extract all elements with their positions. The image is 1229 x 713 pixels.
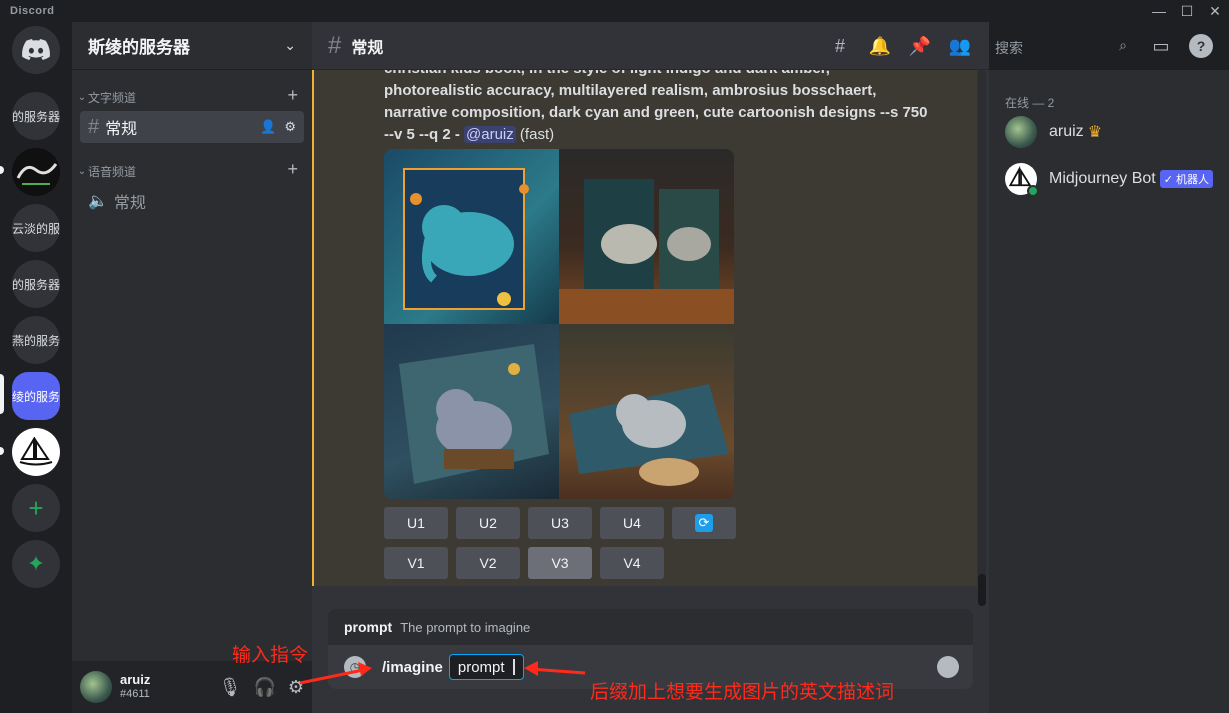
annotation-arrows — [299, 661, 586, 685]
